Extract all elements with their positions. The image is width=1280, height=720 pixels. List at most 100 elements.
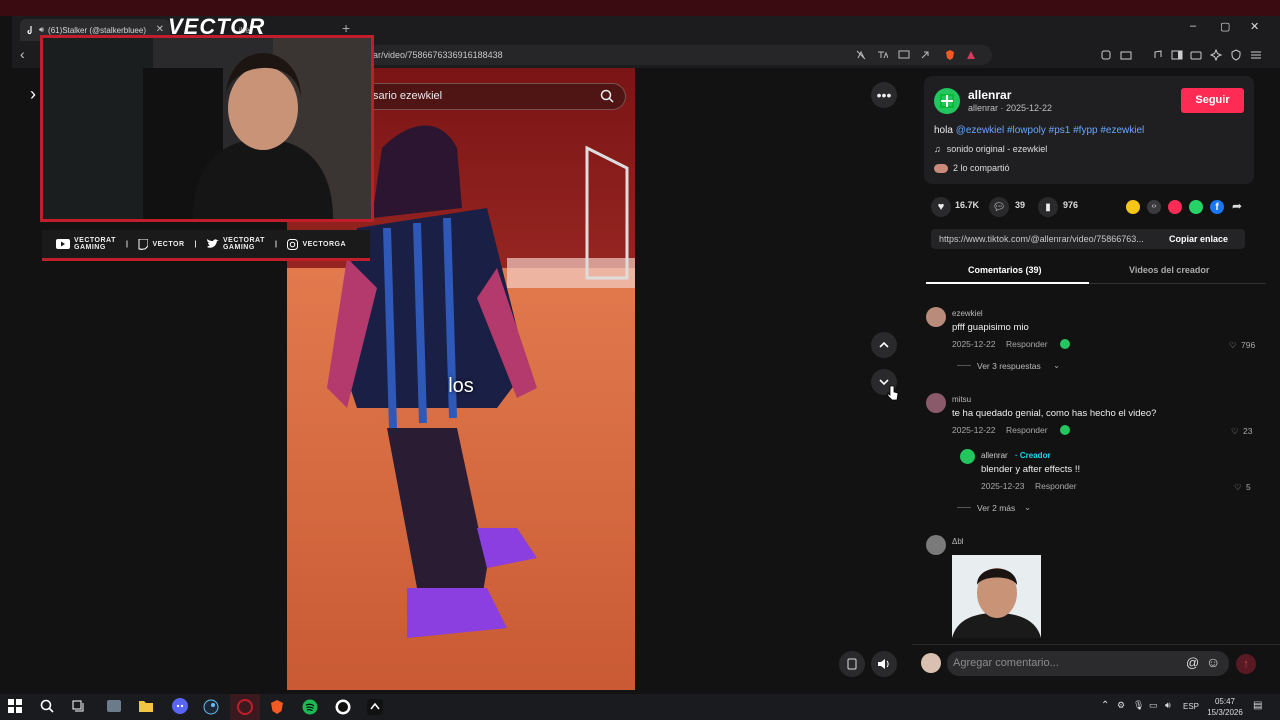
search-icon[interactable]: [40, 699, 56, 715]
shared-avatars-icon: [934, 163, 948, 173]
video-link[interactable]: https://www.tiktok.com/@allenrar/video/7…: [939, 234, 1161, 244]
heart-outline-icon[interactable]: ♡: [1231, 426, 1239, 437]
divider: [957, 507, 971, 508]
comment-like-count: 23: [1243, 426, 1253, 436]
author-name[interactable]: allenrar: [968, 88, 1011, 102]
send-icon[interactable]: [1168, 200, 1182, 214]
tray-app-icon[interactable]: ⚙: [1117, 700, 1125, 711]
notifications-icon[interactable]: ▤: [1253, 700, 1262, 711]
discord-icon[interactable]: [172, 698, 188, 714]
heart-outline-icon[interactable]: ♡: [1234, 482, 1242, 493]
obs-icon[interactable]: [237, 699, 253, 715]
reply-button[interactable]: Responder: [1035, 481, 1077, 491]
tab-comments[interactable]: Comentarios (39): [968, 265, 1042, 275]
music-icon[interactable]: [1151, 49, 1163, 61]
webcam-overlay: [40, 35, 374, 222]
vm-app-icon[interactable]: [106, 699, 122, 715]
whatsapp-icon[interactable]: [1189, 200, 1203, 214]
capcut-icon[interactable]: [367, 699, 383, 715]
tab-creator-videos[interactable]: Videos del creador: [1129, 265, 1209, 275]
screenshot-icon[interactable]: [1120, 49, 1132, 61]
vpn-icon[interactable]: [1230, 49, 1242, 61]
comment-image[interactable]: [952, 555, 1041, 638]
share-icon[interactable]: [919, 49, 931, 61]
windows-start-icon[interactable]: [8, 699, 24, 715]
menu-icon[interactable]: [1250, 49, 1262, 61]
previous-video-button[interactable]: [871, 332, 897, 358]
brave-browser-icon[interactable]: [269, 699, 285, 715]
social-twitter: VECTORAT GAMING: [206, 237, 265, 251]
social-twitch: VECTOR: [138, 238, 184, 250]
microphone-icon[interactable]: 🎙︎: [1133, 700, 1144, 711]
tray-chevron-up-icon[interactable]: ⌃: [1101, 700, 1109, 711]
avatar[interactable]: [926, 535, 946, 555]
previous-arrow-icon[interactable]: ›: [30, 84, 36, 105]
divider: [957, 365, 971, 366]
extensions-icon[interactable]: [1100, 49, 1112, 61]
share-arrow-icon[interactable]: ➦: [1232, 199, 1242, 213]
file-explorer-icon[interactable]: [138, 699, 154, 715]
social-instagram: VECTORGA: [287, 238, 346, 250]
follow-button[interactable]: Seguir: [1181, 88, 1244, 113]
volume-icon[interactable]: 🔊︎: [1165, 700, 1171, 711]
ai-icon[interactable]: [1210, 49, 1222, 61]
reply-button[interactable]: Responder: [1006, 339, 1048, 349]
emoji-icon[interactable]: ☺: [1206, 654, 1220, 670]
view-more-button[interactable]: Ver 2 más: [977, 503, 1015, 513]
minimize-button[interactable]: –: [1190, 20, 1196, 32]
avatar[interactable]: [926, 307, 946, 327]
sidebar-icon[interactable]: [1171, 49, 1183, 61]
share-friends-icon[interactable]: [1126, 200, 1140, 214]
wallet-icon[interactable]: [1190, 49, 1202, 61]
speaker-icon[interactable]: 🔊︎: [39, 25, 44, 35]
author-avatar[interactable]: [934, 88, 960, 114]
heart-outline-icon[interactable]: ♡: [1229, 340, 1237, 351]
more-options-button[interactable]: •••: [871, 82, 897, 108]
miniplayer-icon: [847, 658, 857, 670]
close-tab-icon[interactable]: ✕: [156, 24, 164, 35]
rockstar-icon[interactable]: [335, 699, 351, 715]
spotify-icon[interactable]: [302, 699, 318, 715]
comment-author[interactable]: Δbl: [952, 537, 964, 546]
no-translate-icon[interactable]: [855, 49, 867, 61]
translate-icon[interactable]: [876, 49, 888, 61]
search-input[interactable]: sario ezewkiel: [360, 83, 626, 110]
language-indicator[interactable]: ESP: [1183, 702, 1199, 711]
miniplayer-button[interactable]: [839, 651, 865, 677]
comment-author[interactable]: ezewkiel: [952, 309, 983, 318]
clock[interactable]: 05:47 15/3/2026: [1200, 696, 1250, 718]
comment-bubble-icon: 💬︎: [992, 201, 1006, 213]
chevron-up-icon: [879, 341, 889, 348]
sound-row[interactable]: ♫ sonido original - ezewkiel: [934, 144, 1047, 154]
maximize-button[interactable]: ▢: [1220, 20, 1230, 33]
avatar[interactable]: [960, 449, 975, 464]
volume-button[interactable]: [871, 651, 897, 677]
back-icon[interactable]: ‹: [20, 46, 25, 62]
reply-button[interactable]: Responder: [1006, 425, 1048, 435]
facebook-icon[interactable]: f: [1210, 200, 1224, 214]
cast-icon[interactable]: [898, 49, 910, 61]
clock-time: 05:47: [1214, 697, 1236, 706]
search-icon[interactable]: [600, 89, 614, 103]
view-replies-button[interactable]: Ver 3 respuestas: [977, 361, 1041, 371]
social-youtube: VECTORAT GAMING: [56, 237, 116, 251]
rewards-icon[interactable]: [965, 49, 977, 61]
comment-author[interactable]: mitsu: [952, 395, 971, 404]
mention-icon[interactable]: @: [1186, 655, 1199, 670]
like-button[interactable]: ♥: [931, 197, 951, 217]
brave-shield-icon[interactable]: [944, 49, 956, 61]
new-tab-button[interactable]: +: [342, 20, 350, 36]
network-icon[interactable]: ▭: [1149, 700, 1158, 711]
comment-button[interactable]: 💬︎: [989, 197, 1009, 217]
avatar[interactable]: [926, 393, 946, 413]
save-button[interactable]: ▮: [1038, 197, 1058, 217]
close-window-button[interactable]: ✕: [1250, 20, 1259, 33]
task-view-icon[interactable]: [72, 699, 88, 715]
copy-link-button[interactable]: Copiar enlace: [1169, 234, 1228, 244]
steam-icon[interactable]: [203, 699, 219, 715]
reply-author[interactable]: allenrar: [981, 451, 1008, 460]
post-comment-button[interactable]: ↑: [1236, 654, 1256, 674]
embed-icon[interactable]: ‹›: [1147, 200, 1161, 214]
description-tags[interactable]: @ezewkiel #lowpoly #ps1 #fypp #ezewkiel: [956, 125, 1145, 136]
avatar[interactable]: [921, 653, 941, 673]
